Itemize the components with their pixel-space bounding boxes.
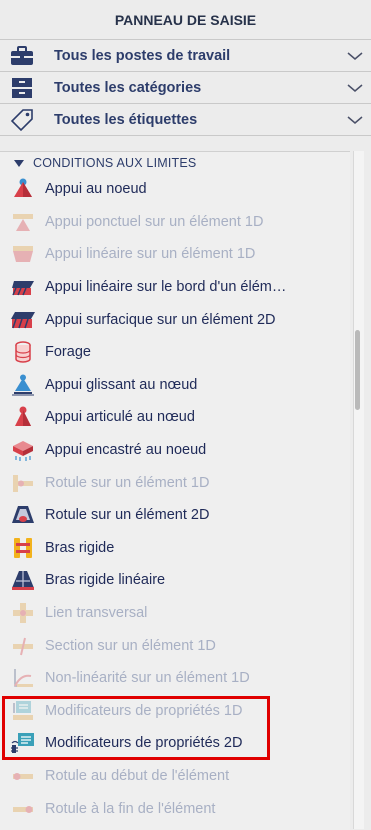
list-item[interactable]: Rotule sur un élément 1D (0, 466, 350, 499)
list-item-label: Lien transversal (45, 605, 148, 622)
list-item[interactable]: Appui linéaire sur un élément 1D (0, 238, 350, 271)
hinge-start-icon (10, 763, 36, 789)
section-1d-icon (10, 633, 36, 659)
line-support-1d-icon (10, 241, 36, 267)
scrollbar-track[interactable] (353, 151, 364, 829)
scrollbar-thumb[interactable] (355, 330, 360, 410)
list-item-label: Appui articulé au nœud (45, 409, 195, 426)
list-item[interactable]: Appui glissant au nœud (0, 369, 350, 402)
point-support-1d-icon (10, 209, 36, 235)
surface-support-2d-icon (10, 307, 36, 333)
hinge-2d-icon (10, 502, 36, 528)
list-item-label: Appui encastré au noeud (45, 442, 207, 459)
list-item-label: Appui linéaire sur le bord d'un élém… (45, 279, 287, 296)
filter-workstations-label: Tous les postes de travail (54, 47, 231, 64)
list-item[interactable]: Appui ponctuel sur un élément 1D (0, 206, 350, 239)
list-item-label: Rotule au début de l'élément (45, 767, 230, 784)
list-item[interactable]: Non-linéarité sur un élément 1D (0, 662, 350, 695)
filter-categories[interactable]: Toutes les catégories (0, 72, 371, 104)
list-item-label: Appui ponctuel sur un élément 1D (45, 213, 264, 230)
linear-rigid-arm-icon (10, 567, 36, 593)
list-item[interactable]: Rotule sur un élément 2D (0, 499, 350, 532)
list-item-label: Modificateurs de propriétés 1D (45, 702, 243, 719)
list-item[interactable]: Forage (0, 336, 350, 369)
collapse-triangle-icon[interactable] (14, 159, 24, 167)
list-item[interactable]: Bras rigide linéaire (0, 564, 350, 597)
list-item-label: Rotule sur un élément 1D (45, 474, 210, 491)
list-item-label: Appui linéaire sur un élément 1D (45, 246, 256, 263)
list-item[interactable]: Rotule à la fin de l'élément (0, 792, 350, 825)
chevron-down-icon[interactable] (345, 110, 365, 130)
list-item[interactable]: Appui surfacique sur un élément 2D (0, 303, 350, 336)
list-item-label: Rotule sur un élément 2D (45, 507, 210, 524)
list-item[interactable]: Bras rigide (0, 532, 350, 565)
list-item[interactable]: Lien transversal (0, 597, 350, 630)
drawer-icon (10, 76, 34, 100)
edge-line-support-icon (10, 274, 36, 300)
tag-icon (10, 108, 34, 132)
list-item-label: Non-linéarité sur un élément 1D (45, 670, 250, 687)
borehole-icon (10, 339, 36, 365)
filter-tags[interactable]: Toutes les étiquettes (0, 104, 371, 136)
filter-workstations[interactable]: Tous les postes de travail (0, 40, 371, 72)
fixed-support-icon (10, 437, 36, 463)
section-header[interactable]: CONDITIONS AUX LIMITES (14, 153, 196, 173)
list-item-label: Bras rigide linéaire (45, 572, 166, 589)
list-item-label: Modificateurs de propriétés 2D (45, 735, 243, 752)
briefcase-icon (10, 44, 34, 68)
panel-title: PANNEAU DE SAISIE (0, 0, 371, 40)
nonlinearity-1d-icon (10, 665, 36, 691)
list-item[interactable]: Appui articulé au nœud (0, 401, 350, 434)
list-item[interactable]: Appui au noeud (0, 173, 350, 206)
hinge-1d-icon (10, 470, 36, 496)
list-item[interactable]: Modificateurs de propriétés 1D (0, 695, 350, 728)
list-item-label: Rotule à la fin de l'élément (45, 800, 216, 817)
list-item-label: Appui glissant au nœud (45, 376, 198, 393)
hinged-support-icon (10, 404, 36, 430)
sliding-support-icon (10, 372, 36, 398)
filter-tags-label: Toutes les étiquettes (54, 111, 198, 128)
list-item-label: Appui surfacique sur un élément 2D (45, 311, 276, 328)
property-modifier-1d-icon (10, 698, 36, 724)
list-item-label: Section sur un élément 1D (45, 637, 216, 654)
list-item-label: Bras rigide (45, 539, 115, 556)
section-title: CONDITIONS AUX LIMITES (33, 156, 197, 170)
cross-link-icon (10, 600, 36, 626)
list-item[interactable]: Rotule au début de l'élément (0, 760, 350, 793)
chevron-down-icon[interactable] (345, 78, 365, 98)
boundary-conditions-list: Appui au noeud Appui ponctuel sur un élé… (0, 173, 350, 825)
property-modifier-2d-icon (10, 730, 36, 756)
list-item[interactable]: Appui encastré au noeud (0, 434, 350, 467)
filter-categories-label: Toutes les catégories (54, 79, 202, 96)
panel-title-text: PANNEAU DE SAISIE (114, 11, 257, 28)
list-item-label: Forage (45, 344, 91, 361)
hinge-end-icon (10, 796, 36, 822)
chevron-down-icon[interactable] (345, 46, 365, 66)
rigid-arm-icon (10, 535, 36, 561)
list-item-label: Appui au noeud (45, 181, 147, 198)
nodal-support-icon (10, 176, 36, 202)
list-item[interactable]: Section sur un élément 1D (0, 629, 350, 662)
list-item[interactable]: Modificateurs de propriétés 2D (0, 727, 350, 760)
list-item[interactable]: Appui linéaire sur le bord d'un élém… (0, 271, 350, 304)
